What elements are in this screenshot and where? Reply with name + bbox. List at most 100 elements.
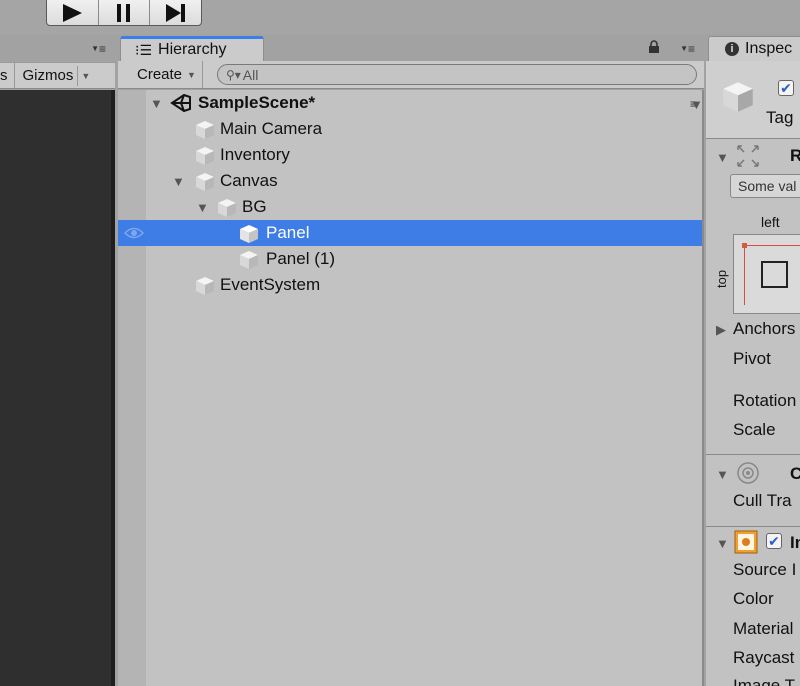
hierarchy-item-panel-1[interactable]: Panel (1) bbox=[118, 246, 702, 272]
raycast-label: Raycast bbox=[733, 648, 795, 667]
hierarchy-item-label: BG bbox=[242, 197, 267, 216]
expand-arrow-icon[interactable]: ▼ bbox=[172, 174, 185, 189]
some-values-dropdown[interactable]: Some val bbox=[730, 174, 800, 198]
scene-view-edge bbox=[111, 90, 115, 686]
canvas-renderer-expand-arrow-icon[interactable]: ▼ bbox=[716, 467, 729, 482]
anchor-square bbox=[761, 261, 788, 288]
scene-panel: ▼≡ s Gizmos ▼ bbox=[0, 34, 115, 686]
hierarchy-item-main-camera[interactable]: Main Camera bbox=[118, 116, 702, 142]
gameobject-cube-icon bbox=[218, 199, 236, 217]
anchors-label: Anchors bbox=[733, 319, 796, 338]
gizmos-dropdown-icon[interactable]: ▼ bbox=[77, 65, 93, 86]
scene-view[interactable] bbox=[0, 90, 111, 686]
hierarchy-panel: ⁝☰ Hierarchy ▼≡ Create ▼ ⚲▾ All ▼ Sample… bbox=[118, 34, 704, 686]
tab-inspector[interactable]: i Inspec bbox=[708, 36, 800, 61]
tab-hierarchy[interactable]: ⁝☰ Hierarchy bbox=[120, 36, 264, 61]
inspector-panel: i Inspec ✔ Tag ▼ R Some val left top ▶ A… bbox=[706, 34, 800, 686]
gameobject-cube-icon bbox=[196, 277, 214, 295]
hierarchy-item-bg[interactable]: ▼ BG bbox=[118, 194, 702, 220]
active-checkbox[interactable]: ✔ bbox=[778, 80, 794, 96]
step-button[interactable] bbox=[150, 0, 201, 25]
rotation-label: Rotation bbox=[733, 391, 797, 410]
scene-row-menu-icon[interactable]: ▼ ≡ bbox=[690, 97, 703, 112]
visibility-eye-icon[interactable] bbox=[124, 226, 144, 240]
step-icon bbox=[165, 4, 185, 22]
inspector-tabbar: i Inspec bbox=[706, 34, 800, 61]
inspector-object-header: ✔ Tag bbox=[706, 61, 800, 139]
hierarchy-tabbar: ⁝☰ Hierarchy ▼≡ bbox=[118, 34, 704, 61]
image-component-icon bbox=[734, 530, 758, 554]
left-label: left bbox=[761, 214, 780, 230]
play-controls bbox=[46, 0, 202, 26]
canvas-renderer-title: C bbox=[790, 464, 800, 483]
color-label: Color bbox=[733, 589, 774, 608]
hierarchy-item-panel[interactable]: Panel bbox=[118, 220, 702, 246]
create-dropdown-arrow-icon: ▼ bbox=[187, 69, 196, 80]
anchors-expand-arrow-icon[interactable]: ▶ bbox=[716, 322, 726, 338]
create-label: Create bbox=[137, 66, 183, 83]
source-image-label: Source I bbox=[733, 560, 797, 579]
scene-name: SampleScene* bbox=[198, 93, 316, 112]
gameobject-cube-icon bbox=[240, 251, 258, 269]
image-type-label: Image T bbox=[733, 676, 796, 686]
expand-arrow-icon[interactable]: ▼ bbox=[196, 200, 209, 215]
hierarchy-tree: ▼ SampleScene* ▼ ≡ Main Camera Inventory … bbox=[118, 90, 704, 686]
gameobject-cube-icon bbox=[196, 121, 214, 139]
hierarchy-item-label: Panel bbox=[266, 223, 310, 242]
scene-row[interactable]: ▼ SampleScene* ▼ ≡ bbox=[118, 90, 703, 116]
section-divider bbox=[706, 454, 800, 455]
hierarchy-panel-menu-icon[interactable]: ▼≡ bbox=[680, 42, 695, 56]
hierarchy-item-label: Panel (1) bbox=[266, 249, 335, 268]
gameobject-cube-icon bbox=[196, 173, 214, 191]
section-divider bbox=[706, 526, 800, 527]
rect-transform-icon bbox=[737, 145, 759, 167]
canvas-renderer-icon bbox=[737, 462, 759, 484]
scene-expand-arrow-icon[interactable]: ▼ bbox=[150, 96, 163, 111]
hierarchy-item-label: Inventory bbox=[220, 145, 290, 164]
hierarchy-list-icon: ⁝☰ bbox=[135, 41, 153, 58]
hierarchy-item-label: Canvas bbox=[220, 171, 278, 190]
scene-tabbar: ▼≡ bbox=[0, 34, 115, 61]
scene-panel-menu-icon[interactable]: ▼≡ bbox=[91, 42, 106, 56]
hierarchy-right-border bbox=[702, 90, 704, 686]
pivot-label: Pivot bbox=[733, 349, 771, 368]
cull-label: Cull Tra bbox=[733, 491, 792, 510]
anchor-preset-box[interactable] bbox=[733, 234, 800, 314]
hierarchy-item-inventory[interactable]: Inventory bbox=[118, 142, 702, 168]
play-button[interactable] bbox=[47, 0, 99, 25]
hierarchy-item-label: EventSystem bbox=[220, 275, 321, 294]
tag-label: Tag bbox=[766, 108, 794, 127]
rect-transform-expand-arrow-icon[interactable]: ▼ bbox=[716, 150, 729, 165]
image-title: Im bbox=[790, 533, 800, 552]
hierarchy-search-input[interactable]: ⚲▾ All bbox=[216, 64, 697, 85]
main-toolbar bbox=[0, 0, 800, 34]
gameobject-cube-icon bbox=[723, 82, 753, 112]
search-placeholder: All bbox=[242, 66, 259, 83]
image-expand-arrow-icon[interactable]: ▼ bbox=[716, 536, 729, 551]
info-icon: i bbox=[725, 42, 739, 56]
play-icon bbox=[63, 4, 83, 22]
gameobject-cube-icon bbox=[240, 225, 258, 243]
scene-toolbar: s Gizmos ▼ bbox=[0, 62, 115, 89]
pause-button[interactable] bbox=[99, 0, 151, 25]
hierarchy-item-eventsystem[interactable]: EventSystem bbox=[118, 272, 702, 298]
scale-label: Scale bbox=[733, 420, 776, 439]
top-label: top bbox=[714, 269, 729, 288]
rect-transform-title: R bbox=[790, 146, 800, 165]
inspector-tab-label: Inspec bbox=[745, 40, 793, 57]
anchor-point bbox=[742, 243, 747, 248]
gizmos-button[interactable]: Gizmos bbox=[15, 63, 78, 88]
create-dropdown[interactable]: Create ▼ bbox=[118, 61, 203, 88]
material-label: Material bbox=[733, 619, 794, 638]
gameobject-cube-icon bbox=[196, 147, 214, 165]
search-icon: ⚲▾ bbox=[225, 67, 241, 82]
lock-icon[interactable] bbox=[648, 40, 660, 54]
hierarchy-tab-label: Hierarchy bbox=[158, 41, 227, 58]
scene-toolbar-partial-label[interactable]: s bbox=[0, 63, 15, 88]
hierarchy-item-label: Main Camera bbox=[220, 119, 323, 138]
unity-scene-icon bbox=[170, 93, 191, 113]
image-enabled-checkbox[interactable]: ✔ bbox=[766, 533, 782, 549]
pause-icon bbox=[117, 4, 130, 22]
hierarchy-toolbar: Create ▼ ⚲▾ All bbox=[118, 61, 704, 89]
hierarchy-item-canvas[interactable]: ▼ Canvas bbox=[118, 168, 702, 194]
